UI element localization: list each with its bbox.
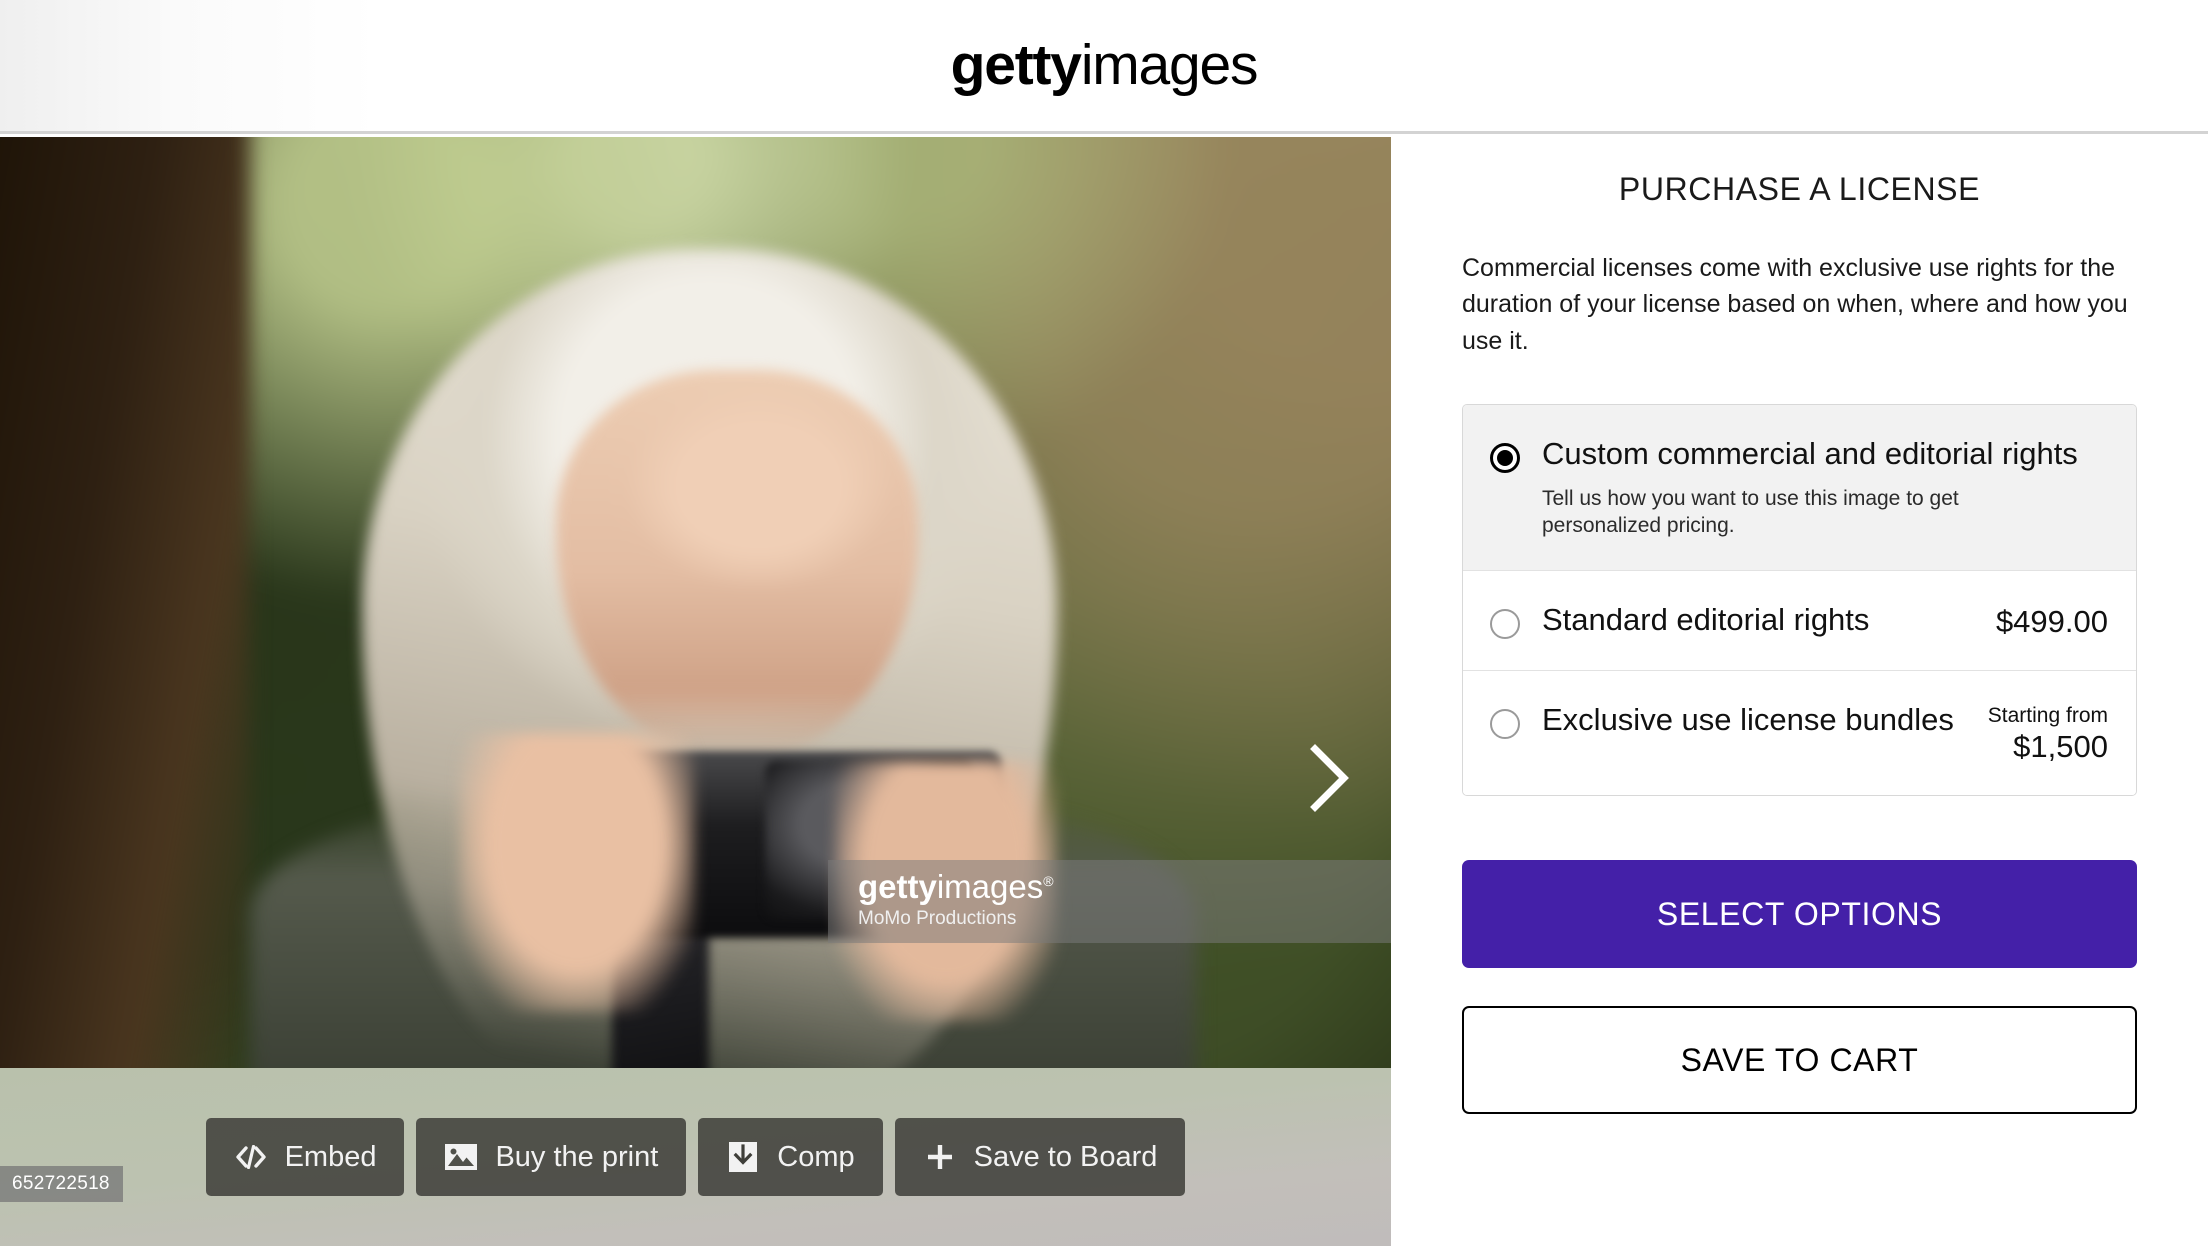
plus-icon bbox=[923, 1140, 957, 1174]
radio-button-standard-editorial[interactable] bbox=[1490, 608, 1520, 639]
image-icon bbox=[444, 1140, 478, 1174]
buy-the-print-button-label: Buy the print bbox=[495, 1140, 659, 1173]
license-option-label: Custom commercial and editorial rights bbox=[1542, 435, 2078, 471]
site-header: gettyimages bbox=[0, 0, 2208, 134]
comp-button[interactable]: Comp bbox=[698, 1118, 883, 1196]
license-option-price-prefix: Starting from bbox=[1987, 703, 2108, 727]
getty-images-asset-page: gettyimages 652722518 gettyimages® MoMo … bbox=[0, 0, 2208, 1246]
license-option-body: Custom commercial and editorial rights T… bbox=[1542, 435, 2108, 540]
buy-the-print-button[interactable]: Buy the print bbox=[416, 1118, 687, 1196]
photo-subject-left-hand-layer bbox=[459, 732, 696, 1013]
license-option-price: Starting from $1,500 bbox=[1972, 703, 2108, 765]
radio-button-exclusive-bundles[interactable] bbox=[1490, 708, 1520, 739]
save-to-board-button-label: Save to Board bbox=[973, 1140, 1158, 1173]
license-option-price-value: $499.00 bbox=[1995, 603, 2108, 639]
chevron-right-icon bbox=[1308, 744, 1352, 812]
embed-button-label: Embed bbox=[284, 1140, 377, 1173]
code-icon bbox=[234, 1140, 268, 1174]
registered-trademark-icon: ® bbox=[1043, 873, 1054, 889]
license-option-custom-commercial[interactable]: Custom commercial and editorial rights T… bbox=[1463, 404, 2136, 570]
save-to-cart-button[interactable]: SAVE TO CART bbox=[1462, 1006, 2137, 1115]
asset-action-toolbar: Embed Buy the print Comp Save to Board bbox=[0, 1068, 1391, 1246]
asset-id-badge: 652722518 bbox=[0, 1166, 123, 1202]
asset-preview-column: 652722518 gettyimages® MoMo Productions … bbox=[0, 137, 1391, 1246]
panel-description: Commercial licenses come with exclusive … bbox=[1462, 254, 2128, 355]
purchase-license-panel: PURCHASE A LICENSE Commercial licenses c… bbox=[1391, 137, 2208, 1246]
select-options-button[interactable]: SELECT OPTIONS bbox=[1462, 860, 2137, 969]
logo-bold-text: getty bbox=[950, 33, 1082, 97]
photo-tree-trunk-layer bbox=[0, 137, 251, 1068]
license-option-label: Exclusive use license bundles bbox=[1542, 701, 1954, 737]
watermark-logo-regular: images bbox=[936, 868, 1044, 905]
license-option-exclusive-bundles[interactable]: Exclusive use license bundles Starting f… bbox=[1463, 669, 2136, 796]
license-option-sublabel: Tell us how you want to use this image t… bbox=[1542, 486, 1959, 537]
license-option-price-value: $1,500 bbox=[2013, 729, 2108, 765]
embed-button[interactable]: Embed bbox=[205, 1118, 405, 1196]
radio-button-custom-commercial[interactable] bbox=[1490, 442, 1520, 473]
license-options-group: Custom commercial and editorial rights T… bbox=[1462, 403, 2137, 797]
download-icon bbox=[726, 1140, 760, 1174]
next-image-button[interactable] bbox=[1284, 732, 1376, 824]
license-option-body: Exclusive use license bundles bbox=[1542, 701, 1972, 738]
watermark-logo-bold: getty bbox=[858, 868, 937, 905]
panel-title: PURCHASE A LICENSE bbox=[1618, 171, 1981, 207]
license-option-standard-editorial[interactable]: Standard editorial rights $499.00 bbox=[1463, 569, 2136, 670]
comp-button-label: Comp bbox=[777, 1140, 855, 1173]
save-to-board-button[interactable]: Save to Board bbox=[894, 1118, 1186, 1196]
image-watermark: gettyimages® MoMo Productions bbox=[828, 860, 1391, 943]
watermark-logo: gettyimages® bbox=[858, 869, 1391, 905]
license-option-label: Standard editorial rights bbox=[1542, 601, 1870, 637]
logo-regular-text: images bbox=[1080, 33, 1259, 97]
getty-images-logo[interactable]: gettyimages bbox=[951, 37, 1259, 94]
license-option-price: $499.00 bbox=[1980, 603, 2108, 640]
watermark-credit: MoMo Productions bbox=[858, 907, 1017, 929]
license-option-body: Standard editorial rights bbox=[1542, 601, 1980, 638]
